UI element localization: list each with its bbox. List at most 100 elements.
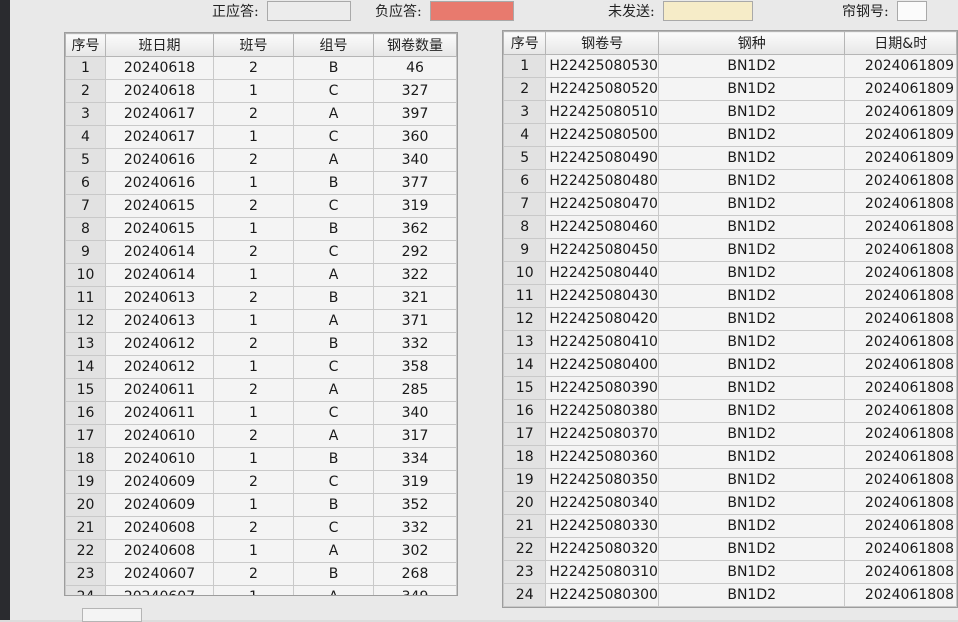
table-row[interactable]: 9 H22425080450 BN1D2 2024061808 bbox=[503, 238, 957, 262]
cell-group-no: C bbox=[293, 401, 374, 425]
cell-coil-count: 362 bbox=[373, 217, 457, 241]
cell-shift-date: 20240611 bbox=[105, 401, 214, 425]
cell-index: 22 bbox=[65, 539, 106, 563]
table-row[interactable]: 24 H22425080300 BN1D2 2024061808 bbox=[503, 583, 957, 607]
table-row[interactable]: 21 20240608 2 C 332 bbox=[65, 516, 457, 540]
table-row[interactable]: 13 20240612 2 B 332 bbox=[65, 332, 457, 356]
table-row[interactable]: 7 20240615 2 C 319 bbox=[65, 194, 457, 218]
table-row[interactable]: 5 20240616 2 A 340 bbox=[65, 148, 457, 172]
cell-index: 12 bbox=[503, 307, 547, 331]
table-row[interactable]: 19 H22425080350 BN1D2 2024061808 bbox=[503, 468, 957, 492]
cell-coil-no: H22425080320 bbox=[545, 537, 659, 561]
cell-steel-grade: BN1D2 bbox=[657, 330, 846, 354]
table-row[interactable]: 16 20240611 1 C 340 bbox=[65, 401, 457, 425]
cell-datetime: 2024061809 bbox=[844, 146, 957, 170]
cell-steel-grade: BN1D2 bbox=[657, 307, 846, 331]
cell-steel-grade: BN1D2 bbox=[657, 77, 846, 101]
table-row[interactable]: 16 H22425080380 BN1D2 2024061808 bbox=[503, 399, 957, 423]
table-row[interactable]: 23 20240607 2 B 268 bbox=[65, 562, 457, 586]
table-row[interactable]: 18 H22425080360 BN1D2 2024061808 bbox=[503, 445, 957, 469]
cell-index: 20 bbox=[503, 491, 547, 515]
table-row[interactable]: 20 H22425080340 BN1D2 2024061808 bbox=[503, 491, 957, 515]
column-header-steel-grade[interactable]: 钢种 bbox=[657, 31, 846, 55]
table-row[interactable]: 8 20240615 1 B 362 bbox=[65, 217, 457, 241]
table-row[interactable]: 19 20240609 2 C 319 bbox=[65, 470, 457, 494]
table-row[interactable]: 4 20240617 1 C 360 bbox=[65, 125, 457, 149]
cell-index: 18 bbox=[503, 445, 547, 469]
table-row[interactable]: 9 20240614 2 C 292 bbox=[65, 240, 457, 264]
column-header-shift-date[interactable]: 班日期 bbox=[105, 33, 214, 57]
table-row[interactable]: 4 H22425080500 BN1D2 2024061809 bbox=[503, 123, 957, 147]
cell-shift-date: 20240609 bbox=[105, 493, 214, 517]
table-row[interactable]: 8 H22425080460 BN1D2 2024061808 bbox=[503, 215, 957, 239]
column-header-group-no[interactable]: 组号 bbox=[293, 33, 374, 57]
cell-shift-no: 2 bbox=[213, 286, 294, 310]
table-row[interactable]: 1 H22425080530 BN1D2 2024061809 bbox=[503, 54, 957, 78]
table-row[interactable]: 22 20240608 1 A 302 bbox=[65, 539, 457, 563]
cell-index: 15 bbox=[65, 378, 106, 402]
table-row[interactable]: 2 20240618 1 C 327 bbox=[65, 79, 457, 103]
cell-shift-date: 20240610 bbox=[105, 447, 214, 471]
table-row[interactable]: 21 H22425080330 BN1D2 2024061808 bbox=[503, 514, 957, 538]
table-row[interactable]: 15 H22425080390 BN1D2 2024061808 bbox=[503, 376, 957, 400]
cell-index: 23 bbox=[503, 560, 547, 584]
cell-group-no: B bbox=[293, 332, 374, 356]
cell-coil-no: H22425080360 bbox=[545, 445, 659, 469]
table-row[interactable]: 6 20240616 1 B 377 bbox=[65, 171, 457, 195]
table-row[interactable]: 11 20240613 2 B 321 bbox=[65, 286, 457, 310]
table-row[interactable]: 2 H22425080520 BN1D2 2024061809 bbox=[503, 77, 957, 101]
cell-steel-grade: BN1D2 bbox=[657, 192, 846, 216]
table-row[interactable]: 24202406071A349 bbox=[65, 585, 457, 595]
table-row[interactable]: 6 H22425080480 BN1D2 2024061808 bbox=[503, 169, 957, 193]
table-row[interactable]: 13 H22425080410 BN1D2 2024061808 bbox=[503, 330, 957, 354]
cell-index: 4 bbox=[503, 123, 547, 147]
table-row[interactable]: 11 H22425080430 BN1D2 2024061808 bbox=[503, 284, 957, 308]
table-row[interactable]: 1 20240618 2 B 46 bbox=[65, 56, 457, 80]
cell-coil-no: H22425080520 bbox=[545, 77, 659, 101]
column-header-index[interactable]: 序号 bbox=[503, 31, 547, 55]
table-row[interactable]: 3 H22425080510 BN1D2 2024061809 bbox=[503, 100, 957, 124]
cell-datetime: 2024061808 bbox=[844, 330, 957, 354]
table-row[interactable]: 22 H22425080320 BN1D2 2024061808 bbox=[503, 537, 957, 561]
cell-index: 5 bbox=[65, 148, 106, 172]
table-row[interactable]: 10 H22425080440 BN1D2 2024061808 bbox=[503, 261, 957, 285]
cell-shift-date: 20240608 bbox=[105, 516, 214, 540]
cell-coil-no: H22425080390 bbox=[545, 376, 659, 400]
status-unsent-label: 未发送: bbox=[608, 4, 655, 20]
column-header-datetime[interactable]: 日期&时 bbox=[844, 31, 957, 55]
table-row[interactable]: 17 20240610 2 A 317 bbox=[65, 424, 457, 448]
cell-shift-no: 1 bbox=[213, 539, 294, 563]
table-row[interactable]: 12 20240613 1 A 371 bbox=[65, 309, 457, 333]
table-row[interactable]: 10 20240614 1 A 322 bbox=[65, 263, 457, 287]
table-row[interactable]: 23 H22425080310 BN1D2 2024061808 bbox=[503, 560, 957, 584]
cell-shift-no: 2 bbox=[213, 562, 294, 586]
column-header-coil-no[interactable]: 钢卷号 bbox=[545, 31, 659, 55]
table-row[interactable]: 3 20240617 2 A 397 bbox=[65, 102, 457, 126]
cell-index: 5 bbox=[503, 146, 547, 170]
table-row[interactable]: 18 20240610 1 B 334 bbox=[65, 447, 457, 471]
column-header-index[interactable]: 序号 bbox=[65, 33, 106, 57]
table-row[interactable]: 14 20240612 1 C 358 bbox=[65, 355, 457, 379]
cell-steel-grade: BN1D2 bbox=[657, 376, 846, 400]
cell-coil-count: 377 bbox=[373, 171, 457, 195]
table-header-row: 序号 班日期 班号 组号 钢卷数量 bbox=[65, 33, 457, 57]
table-row[interactable]: 20 20240609 1 B 352 bbox=[65, 493, 457, 517]
cell-index: 2 bbox=[503, 77, 547, 101]
cell-coil-count: 332 bbox=[373, 332, 457, 356]
table-row[interactable]: 14 H22425080400 BN1D2 2024061808 bbox=[503, 353, 957, 377]
table-row[interactable]: 17 H22425080370 BN1D2 2024061808 bbox=[503, 422, 957, 446]
table-row[interactable]: 15 20240611 2 A 285 bbox=[65, 378, 457, 402]
status-coil-input[interactable] bbox=[896, 1, 927, 21]
table-row[interactable]: 5 H22425080490 BN1D2 2024061809 bbox=[503, 146, 957, 170]
table-row[interactable]: 7 H22425080470 BN1D2 2024061808 bbox=[503, 192, 957, 216]
cell-index: 10 bbox=[503, 261, 547, 285]
cell-coil-count: 332 bbox=[373, 516, 457, 540]
cell-shift-date: 20240608 bbox=[105, 539, 214, 563]
cell-coil-count: 319 bbox=[373, 194, 457, 218]
cell-datetime: 2024061808 bbox=[844, 445, 957, 469]
column-header-coil-count[interactable]: 钢卷数量 bbox=[373, 33, 457, 57]
cell-steel-grade: BN1D2 bbox=[657, 100, 846, 124]
column-header-shift-no[interactable]: 班号 bbox=[213, 33, 294, 57]
table-row[interactable]: 12 H22425080420 BN1D2 2024061808 bbox=[503, 307, 957, 331]
cell-datetime: 2024061808 bbox=[844, 537, 957, 561]
